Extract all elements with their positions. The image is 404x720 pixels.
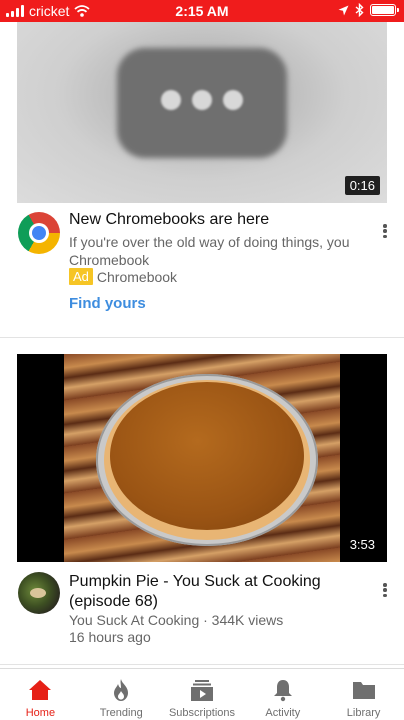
video-more-options-icon[interactable]: [379, 581, 391, 599]
nav-library[interactable]: Library: [323, 669, 404, 720]
ad-video-thumbnail[interactable]: 0:16: [17, 22, 387, 203]
bottom-nav: Home Trending Subscriptions Activity Lib…: [0, 668, 404, 720]
channel-avatar[interactable]: [18, 572, 60, 614]
video-channel-views: You Suck At Cooking · 344K views: [69, 612, 284, 628]
battery-icon: [370, 4, 399, 16]
ad-description: If you're over the old way of doing thin…: [69, 234, 350, 268]
flame-icon: [114, 679, 129, 701]
cutting-board-image: [64, 354, 340, 562]
nav-label: Subscriptions: [168, 707, 236, 719]
video-duration-badge: 3:53: [344, 535, 380, 554]
folder-icon: [352, 682, 375, 699]
dot: [223, 90, 243, 110]
bell-icon: [273, 680, 292, 702]
nav-home[interactable]: Home: [0, 669, 81, 720]
divider: [0, 337, 404, 338]
home-icon: [29, 680, 52, 700]
video-age: 16 hours ago: [69, 629, 151, 645]
nav-activity[interactable]: Activity: [242, 669, 323, 720]
ad-advertiser-row: Ad Chromebook: [69, 268, 177, 285]
nav-label: Trending: [99, 707, 143, 719]
ad-duration-badge: 0:16: [344, 176, 380, 195]
divider: [0, 664, 404, 665]
status-bar: cricket 2:15 AM: [0, 0, 404, 22]
nav-label: Activity: [265, 707, 301, 719]
ad-badge: Ad: [69, 268, 93, 285]
video-meta: You Suck At Cooking · 344K views 16 hour…: [69, 612, 283, 646]
nav-label: Library: [346, 707, 381, 719]
ad-title[interactable]: New Chromebooks are here: [69, 211, 269, 229]
status-right: [338, 3, 399, 17]
dot: [192, 90, 212, 110]
subscriptions-icon: [190, 680, 213, 701]
advertiser-name: Chromebook: [96, 268, 178, 285]
nav-subscriptions[interactable]: Subscriptions: [162, 669, 243, 720]
chrome-logo-icon[interactable]: [18, 212, 60, 254]
nav-trending[interactable]: Trending: [81, 669, 162, 720]
dot: [161, 90, 181, 110]
video-thumbnail[interactable]: 3:53: [17, 354, 387, 562]
nav-label: Home: [25, 707, 56, 719]
video-title[interactable]: Pumpkin Pie - You Suck at Cooking (episo…: [69, 572, 359, 612]
find-yours-link[interactable]: Find yours: [69, 295, 146, 312]
location-icon: [338, 5, 349, 15]
bluetooth-icon: [355, 3, 364, 17]
ad-more-options-icon[interactable]: [379, 222, 391, 240]
